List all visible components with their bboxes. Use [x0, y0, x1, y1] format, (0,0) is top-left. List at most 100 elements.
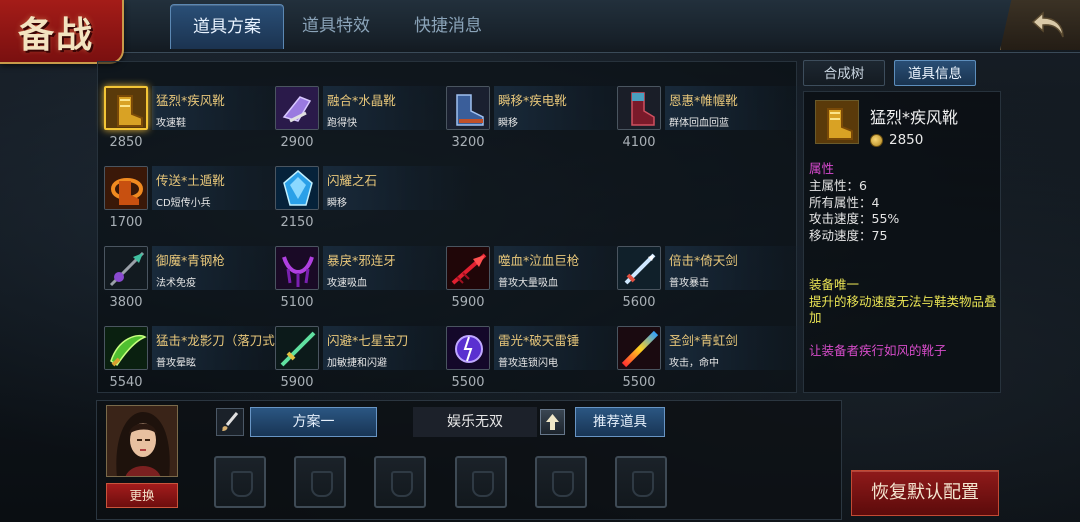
item-desc: 普攻连锁闪电 [498, 358, 558, 369]
item-desc: 普攻大量吸血 [498, 278, 558, 289]
item-slot[interactable] [294, 456, 346, 508]
item-slot[interactable] [374, 456, 426, 508]
item-card[interactable]: 雷光*破天雷锤 普攻连锁闪电 5500 [440, 302, 644, 390]
boot-icon [815, 100, 859, 144]
lightning-boot-icon [446, 86, 490, 130]
recommend-items-button[interactable]: 推荐道具 [575, 407, 665, 437]
item-desc: 普攻晕眩 [156, 358, 196, 369]
change-hero-button[interactable]: 更换 [106, 483, 178, 508]
unique-desc: 提升的移动速度无法与鞋类物品叠 [809, 294, 997, 309]
item-price: 5500 [451, 375, 485, 390]
tab-item-effects[interactable]: 道具特效 [280, 4, 392, 48]
thunder-hammer-icon [446, 326, 490, 370]
teleport-boot-icon [104, 166, 148, 210]
back-arrow-icon [1031, 11, 1064, 38]
top-bar [0, 0, 1080, 53]
empty-slot-icon [391, 471, 413, 497]
item-desc: 攻速吸血 [327, 278, 367, 289]
mantle-boot-icon [617, 86, 661, 130]
tab-item-info[interactable]: 道具信息 [894, 60, 976, 86]
page-title-badge: 备战 [0, 0, 124, 64]
spear-icon [104, 246, 148, 290]
item-card[interactable]: 暴戾*邪连牙 攻速吸血 5100 [269, 222, 473, 310]
item-desc: CD短传小兵 [156, 198, 211, 209]
star-blade-icon [275, 326, 319, 370]
stat-line: 移动速度：75 [809, 228, 888, 243]
item-name: 恩惠*帷幄靴 [669, 93, 738, 108]
item-price: 3200 [451, 135, 485, 150]
boot-icon [104, 86, 148, 130]
crystal-stone-icon [275, 166, 319, 210]
item-desc: 法术免疫 [156, 278, 196, 289]
item-slot[interactable] [214, 456, 266, 508]
empty-slot-icon [311, 471, 333, 497]
item-name: 融合*水晶靴 [327, 93, 396, 108]
upload-button[interactable] [540, 409, 565, 435]
tab-item-plan[interactable]: 道具方案 [170, 4, 284, 49]
item-price: 4100 [622, 135, 656, 150]
empty-slot-icon [231, 471, 253, 497]
tab-synthesis-tree[interactable]: 合成树 [803, 60, 885, 86]
item-desc: 群体回血回蓝 [669, 118, 729, 129]
item-name: 倍击*倚天剑 [669, 253, 738, 268]
item-name: 猛击*龙影刀（落刀式 [156, 333, 275, 348]
restore-default-button[interactable]: 恢复默认配置 [851, 470, 999, 516]
item-card[interactable]: 圣剑*青虹剑 攻击，命中 5500 [611, 302, 815, 390]
unique-desc-cont: 加 [809, 310, 822, 325]
item-name: 噬血*泣血巨枪 [498, 253, 580, 268]
item-price: 5900 [280, 375, 314, 390]
item-name: 暴戾*邪连牙 [327, 253, 396, 268]
game-mode-label: 娱乐无双 [413, 407, 537, 437]
item-slot[interactable] [535, 456, 587, 508]
flavor-text: 让装备者疾行如风的靴子 [809, 343, 947, 358]
item-card[interactable]: 融合*水晶靴 跑得快 2900 [269, 62, 473, 150]
item-card[interactable]: 噬血*泣血巨枪 普攻大量吸血 5900 [440, 222, 644, 310]
item-card[interactable]: 闪耀之石 瞬移 2150 [269, 142, 473, 230]
coin-icon [870, 134, 883, 147]
brush-icon [222, 412, 239, 431]
item-card[interactable]: 传送*土遁靴 CD短传小兵 1700 [98, 142, 302, 230]
empty-slot-icon [632, 471, 654, 497]
item-card[interactable]: 瞬移*疾电靴 瞬移 3200 [440, 62, 644, 150]
blood-spear-icon [446, 246, 490, 290]
detail-item-price: 2850 [889, 132, 924, 148]
item-card[interactable]: 猛烈*疾风靴 攻速鞋 2850 [98, 62, 302, 150]
rename-plan-button[interactable] [216, 408, 244, 436]
item-card[interactable]: 猛击*龙影刀（落刀式 普攻晕眩 5540 [98, 302, 302, 390]
item-name: 传送*土遁靴 [156, 173, 225, 188]
tab-quick-messages[interactable]: 快捷消息 [392, 4, 504, 48]
sword-icon [617, 246, 661, 290]
item-name: 闪耀之石 [327, 173, 378, 188]
item-desc: 普攻暴击 [669, 278, 709, 289]
item-desc: 瞬移 [498, 118, 518, 129]
item-slot[interactable] [615, 456, 667, 508]
item-desc: 攻击，命中 [669, 358, 719, 369]
detail-item-name: 猛烈*疾风靴 [870, 108, 959, 127]
item-price: 5540 [109, 375, 143, 390]
item-name: 圣剑*青虹剑 [669, 333, 738, 348]
item-card[interactable]: 恩惠*帷幄靴 群体回血回蓝 4100 [611, 62, 815, 150]
page-title: 备战 [18, 14, 95, 56]
item-name: 闪避*七星宝刀 [327, 333, 409, 348]
item-desc: 攻速鞋 [156, 118, 186, 129]
item-card[interactable]: 闪避*七星宝刀 加敏捷和闪避 5900 [269, 302, 473, 390]
item-slot[interactable] [455, 456, 507, 508]
back-button[interactable] [1000, 0, 1080, 50]
item-card[interactable]: 御魔*青钢枪 法术免疫 3800 [98, 222, 302, 310]
empty-slot-icon [552, 471, 574, 497]
item-name: 雷光*破天雷锤 [498, 333, 580, 348]
item-name: 御魔*青钢枪 [156, 253, 225, 268]
holy-sword-icon [617, 326, 661, 370]
item-name: 猛烈*疾风靴 [156, 93, 225, 108]
empty-slot-icon [472, 471, 494, 497]
item-desc: 加敏捷和闪避 [327, 358, 387, 369]
crystal-boot-icon [275, 86, 319, 130]
item-price: 5500 [622, 375, 656, 390]
dragon-blade-icon [104, 326, 148, 370]
hero-portrait[interactable] [106, 405, 178, 477]
item-desc: 瞬移 [327, 198, 347, 209]
plan-select-button[interactable]: 方案一 [250, 407, 377, 437]
claw-icon [275, 246, 319, 290]
item-name: 瞬移*疾电靴 [498, 93, 567, 108]
item-card[interactable]: 倍击*倚天剑 普攻暴击 5600 [611, 222, 815, 310]
